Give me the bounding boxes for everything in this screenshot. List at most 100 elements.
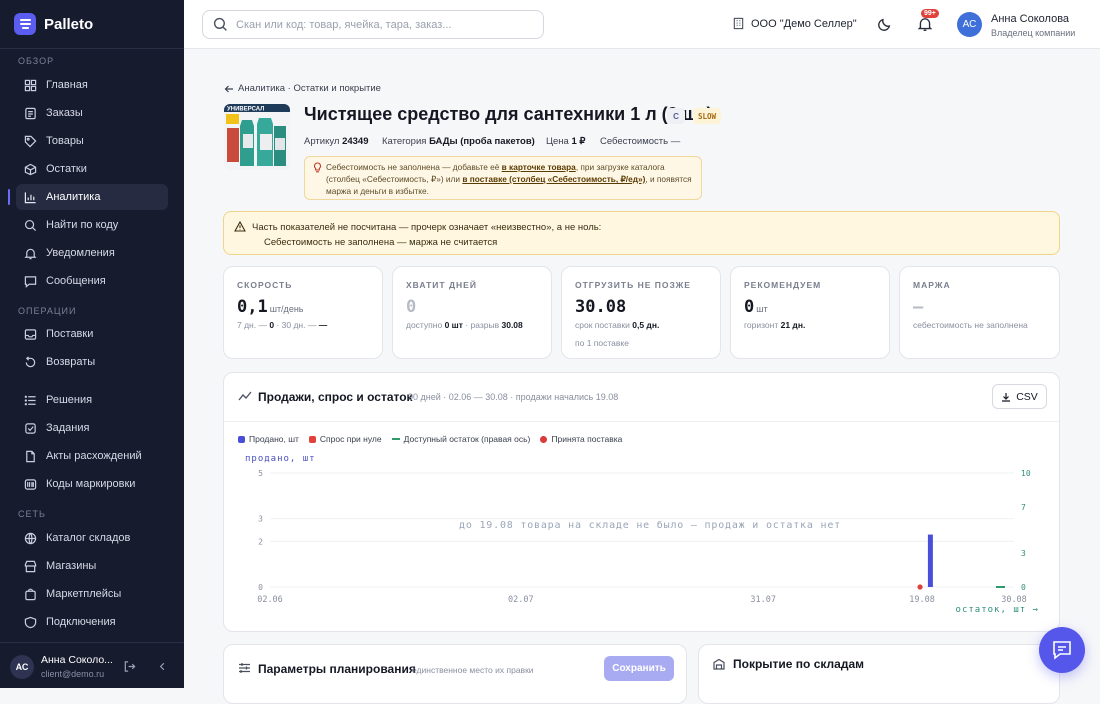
sidebar-item-analytics[interactable]: Аналитика bbox=[8, 184, 168, 210]
product-title: Чистящее средство для сантехники 1 л (2 … bbox=[304, 104, 713, 124]
warning-icon bbox=[234, 221, 246, 232]
kpi-card-speed: СКОРОСТЬ 0,1 шт/день 7 дн. — 0 · 30 дн. —… bbox=[223, 266, 383, 359]
sidebar-item-products[interactable]: Товары bbox=[16, 128, 168, 154]
divider bbox=[0, 48, 184, 49]
sidebar-item-label: Возвраты bbox=[46, 356, 96, 368]
kpi-sub-value: 30.08 bbox=[501, 320, 523, 330]
tag-icon bbox=[24, 135, 37, 147]
kpi-value: — bbox=[913, 297, 924, 317]
kpi-value-number: 0,1 bbox=[237, 297, 268, 317]
sidebar-item-decisions[interactable]: Решения bbox=[16, 387, 168, 413]
sidebar-item-home[interactable]: Главная bbox=[16, 72, 168, 98]
search-icon bbox=[24, 219, 37, 231]
sidebar-item-tasks[interactable]: Задания bbox=[16, 415, 168, 441]
app-name: Palleto bbox=[44, 15, 94, 33]
save-button[interactable]: Сохранить bbox=[604, 656, 674, 681]
dashboard-icon bbox=[24, 79, 37, 91]
avatar[interactable]: АС bbox=[10, 655, 34, 679]
coverage-title: Покрытие по складам bbox=[733, 657, 865, 671]
sidebar-item-find-by-code[interactable]: Найти по коду bbox=[16, 212, 168, 238]
kpi-sub-note: по 1 поставке bbox=[575, 338, 629, 348]
kpi-sub-value: 0 bbox=[269, 320, 275, 330]
y-tick-label-right: 0 bbox=[1021, 583, 1026, 592]
sidebar-item-discrepancy-acts[interactable]: Акты расхождений bbox=[16, 443, 168, 469]
kpi-value-number: 0 bbox=[744, 297, 755, 317]
theme-toggle-icon[interactable] bbox=[877, 17, 892, 32]
shop-icon bbox=[24, 560, 37, 572]
sidebar-item-supplies[interactable]: Поставки bbox=[16, 321, 168, 347]
kpi-sub-value: — bbox=[318, 320, 328, 330]
sidebar-item-label: Задания bbox=[46, 422, 90, 434]
list-icon bbox=[24, 395, 36, 405]
sidebar-item-shops[interactable]: Магазины bbox=[16, 553, 168, 579]
supply-link[interactable]: в поставке (столбец «Себестоимость, ₽/ед… bbox=[462, 174, 645, 184]
sidebar-item-label: Поставки bbox=[46, 328, 94, 340]
warning-banner: Часть показателей не посчитана — прочерк… bbox=[223, 211, 1060, 255]
kpi-sub: 7 дн. — 0 · 30 дн. — — bbox=[237, 320, 327, 330]
building-icon bbox=[733, 17, 744, 30]
logo-icon bbox=[14, 13, 36, 35]
product-card-link[interactable]: в карточке товара bbox=[502, 162, 576, 172]
planning-params-card: Параметры планирования единственное мест… bbox=[223, 644, 687, 704]
logout-icon[interactable] bbox=[123, 660, 136, 673]
x-tick-label: 02.06 bbox=[257, 595, 283, 605]
kpi-sub-text: срок поставки bbox=[575, 320, 630, 330]
sidebar-item-label: Каталог складов bbox=[46, 532, 131, 544]
app-logo[interactable]: Palleto bbox=[14, 13, 93, 35]
sidebar-item-label: Сообщения bbox=[46, 275, 106, 287]
notifications-icon[interactable] bbox=[917, 16, 933, 32]
sidebar-item-label: Товары bbox=[46, 135, 84, 147]
bell-icon bbox=[24, 248, 37, 259]
kpi-label: РЕКОМЕНДУЕМ bbox=[744, 280, 822, 290]
top-bar: ООО "Демо Селлер" 99+ АС Анна Соколова В… bbox=[184, 0, 1100, 49]
user-avatar[interactable]: АС bbox=[957, 12, 982, 37]
notification-count-badge: 99+ bbox=[921, 9, 939, 18]
kpi-card-recommend: РЕКОМЕНДУЕМ 0 шт горизонт 21 дн. bbox=[730, 266, 890, 359]
sidebar-item-label: Уведомления bbox=[46, 247, 115, 259]
kpi-value: 30.08 bbox=[575, 297, 627, 317]
collapse-sidebar-icon[interactable] bbox=[156, 660, 169, 673]
kpi-label: ОТГРУЗИТЬ НЕ ПОЗЖЕ bbox=[575, 280, 691, 290]
sidebar-item-warehouse-catalog[interactable]: Каталог складов bbox=[16, 525, 168, 551]
category-value: БАДы (проба пакетов) bbox=[429, 136, 535, 147]
cost-note-text: Себестоимость не заполнена — добавьте её bbox=[326, 162, 502, 172]
orders-icon bbox=[25, 107, 36, 119]
kpi-label: ХВАТИТ ДНЕЙ bbox=[406, 280, 477, 290]
sidebar-item-messages[interactable]: Сообщения bbox=[16, 268, 168, 294]
sidebar-item-connections[interactable]: Подключения bbox=[16, 609, 168, 635]
x-tick-label: 02.07 bbox=[508, 595, 534, 605]
product-cost: Себестоимость — bbox=[600, 136, 681, 147]
search-input[interactable] bbox=[236, 18, 526, 31]
plug-icon bbox=[24, 616, 37, 628]
inbox-icon bbox=[24, 328, 37, 340]
point-demand bbox=[917, 584, 923, 590]
sidebar-item-orders[interactable]: Заказы bbox=[16, 100, 168, 126]
chat-icon bbox=[1053, 641, 1071, 660]
section-network-label: СЕТЬ bbox=[18, 509, 46, 519]
arrow-left-icon bbox=[224, 85, 233, 92]
sidebar-item-marking-codes[interactable]: Коды маркировки bbox=[16, 471, 168, 497]
warehouse-icon bbox=[24, 532, 37, 544]
sidebar-user: АС Анна Соколо... client@demo.ru bbox=[0, 642, 184, 688]
search-box[interactable] bbox=[202, 10, 544, 39]
org-switcher[interactable]: ООО "Демо Селлер" bbox=[732, 17, 857, 30]
kpi-sub-text: · разрыв bbox=[465, 320, 500, 330]
chart-plot: 0 2 3 5 0 3 7 10 02.06 02.07 31.07 19.08 30.08 до 19.… bbox=[257, 469, 1031, 605]
sidebar-item-label: Остатки bbox=[46, 163, 87, 175]
sidebar-item-notifications[interactable]: Уведомления bbox=[16, 240, 168, 266]
kpi-card-days-left: ХВАТИТ ДНЕЙ 0 доступно 0 шт · разрыв 30.… bbox=[392, 266, 552, 359]
message-icon bbox=[24, 275, 37, 288]
cost-missing-note: Себестоимость не заполнена — добавьте её… bbox=[304, 156, 702, 200]
kpi-sub: доступно 0 шт · разрыв 30.08 bbox=[406, 320, 523, 330]
user-name[interactable]: Анна Соколова bbox=[991, 13, 1069, 25]
org-name: ООО "Демо Селлер" bbox=[751, 17, 857, 30]
sidebar-item-returns[interactable]: Возвраты bbox=[16, 349, 168, 375]
breadcrumb[interactable]: Аналитика · Остатки и покрытие bbox=[224, 83, 381, 94]
chat-button[interactable] bbox=[1039, 627, 1085, 673]
sidebar-item-stock[interactable]: Остатки bbox=[16, 156, 168, 182]
kpi-unit: шт bbox=[756, 304, 768, 314]
kpi-card-ship-by: ОТГРУЗИТЬ НЕ ПОЗЖЕ 30.08 срок поставки 0… bbox=[561, 266, 721, 359]
section-operations-label: ОПЕРАЦИИ bbox=[18, 306, 77, 316]
sidebar-item-marketplaces[interactable]: Маркетплейсы bbox=[16, 581, 168, 607]
x-tick-label: 31.07 bbox=[750, 595, 776, 605]
